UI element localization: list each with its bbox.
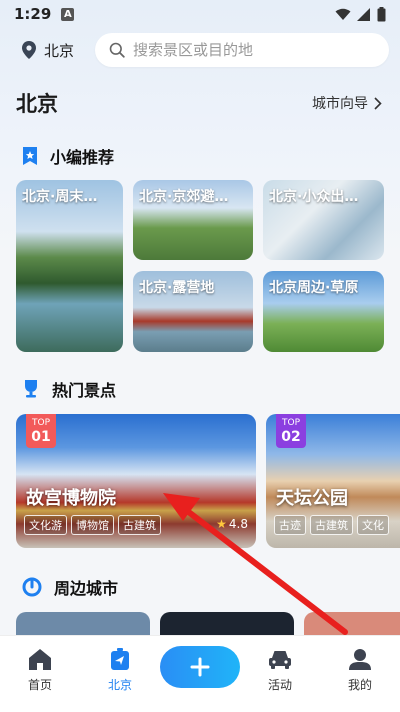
- recommend-card[interactable]: 北京·周末…: [16, 180, 123, 352]
- hot-section-title: 热门景点: [52, 381, 117, 400]
- rating-value: 4.8: [228, 517, 248, 531]
- recommend-card[interactable]: 北京·小众出…: [263, 180, 384, 260]
- recommend-card-label: 北京·小众出…: [269, 189, 359, 205]
- battery-icon: [377, 6, 386, 21]
- attraction-tag: 博物馆: [71, 515, 114, 535]
- notification-icon: A: [61, 7, 75, 21]
- recommend-card[interactable]: 北京周边·草原: [263, 271, 384, 352]
- tab-label: 活动: [267, 678, 292, 692]
- attraction-name: 故宫博物院: [26, 488, 116, 509]
- location-arrow-icon: [111, 648, 129, 670]
- city-title: 北京: [16, 92, 58, 116]
- attraction-tag: 文化游: [24, 515, 67, 535]
- top-bar: 北京: [0, 32, 400, 68]
- location-selector[interactable]: 北京: [22, 40, 74, 61]
- status-icons: [335, 6, 386, 22]
- search-box[interactable]: [95, 33, 389, 67]
- hot-attraction-card[interactable]: TOP 01 故宫博物院 文化游 博物馆 古建筑 ★ 4.8: [16, 414, 256, 548]
- attraction-tag: 古建筑: [118, 515, 161, 535]
- attraction-tag: 古建筑: [310, 515, 353, 535]
- rank-badge: TOP 01: [26, 414, 56, 448]
- recommend-card[interactable]: 北京·京郊避…: [133, 180, 253, 260]
- recommend-card-label: 北京·周末…: [22, 189, 98, 205]
- tab-label: 我的: [347, 678, 372, 692]
- home-icon: [29, 649, 51, 670]
- bookmark-star-icon: [23, 147, 37, 165]
- search-input[interactable]: [133, 41, 373, 59]
- attraction-tags: 文化游 博物馆 古建筑: [24, 515, 161, 535]
- location-name: 北京: [44, 41, 75, 60]
- nearby-section-title: 周边城市: [54, 579, 119, 598]
- attraction-tags: 古迹 古建筑 文化: [274, 515, 389, 535]
- rating: ★ 4.8: [216, 517, 248, 531]
- tab-label: 北京: [107, 678, 132, 692]
- hot-section-header: 热门景点: [22, 377, 116, 401]
- recommend-section-header: 小编推荐: [22, 144, 114, 168]
- status-time: 1:29: [14, 5, 52, 23]
- attraction-name: 天坛公园: [276, 488, 348, 509]
- bottom-tab-bar: 首页 北京 活动 我的: [0, 635, 400, 712]
- tab-beijing[interactable]: 北京: [90, 648, 150, 693]
- recommend-card-label: 北京·京郊避…: [139, 189, 229, 205]
- rank-badge-top: TOP: [31, 417, 50, 428]
- rank-badge-number: 02: [281, 428, 301, 445]
- tab-home[interactable]: 首页: [10, 648, 70, 693]
- rank-badge-top: TOP: [281, 417, 300, 428]
- car-icon: [269, 651, 291, 669]
- recommend-section-title: 小编推荐: [50, 148, 115, 167]
- recommend-card[interactable]: 北京·露营地: [133, 271, 253, 352]
- signal-icon: [357, 7, 370, 21]
- trophy-icon: [25, 380, 37, 398]
- location-pin-icon: [22, 41, 36, 59]
- tab-profile[interactable]: 我的: [330, 648, 390, 693]
- nearby-city-card[interactable]: [160, 612, 294, 636]
- hot-attraction-card[interactable]: TOP 02 天坛公园 古迹 古建筑 文化: [266, 414, 400, 548]
- city-header: 北京 城市向导: [16, 88, 382, 118]
- status-bar: 1:29 A: [0, 0, 400, 28]
- rank-badge: TOP 02: [276, 414, 306, 448]
- nearby-city-card[interactable]: [304, 612, 400, 636]
- user-icon: [349, 649, 371, 670]
- plus-icon: [190, 657, 210, 677]
- attraction-tag: 古迹: [274, 515, 306, 535]
- chevron-right-icon: [374, 96, 382, 110]
- compass-icon: [22, 577, 42, 597]
- city-guide-label: 城市向导: [312, 96, 368, 112]
- rank-badge-number: 01: [31, 428, 51, 445]
- recommend-card-label: 北京·露营地: [139, 280, 215, 296]
- attraction-tag: 文化: [357, 515, 389, 535]
- city-guide-link[interactable]: 城市向导: [312, 93, 382, 113]
- add-button[interactable]: [160, 646, 240, 688]
- recommend-card-label: 北京周边·草原: [269, 280, 359, 296]
- wifi-icon: [335, 8, 351, 20]
- nearby-section-header: 周边城市: [22, 575, 118, 599]
- tab-activity[interactable]: 活动: [250, 648, 310, 693]
- tab-label: 首页: [27, 678, 52, 692]
- star-icon: ★: [216, 517, 227, 531]
- nearby-city-card[interactable]: [16, 612, 150, 636]
- search-icon: [109, 42, 125, 58]
